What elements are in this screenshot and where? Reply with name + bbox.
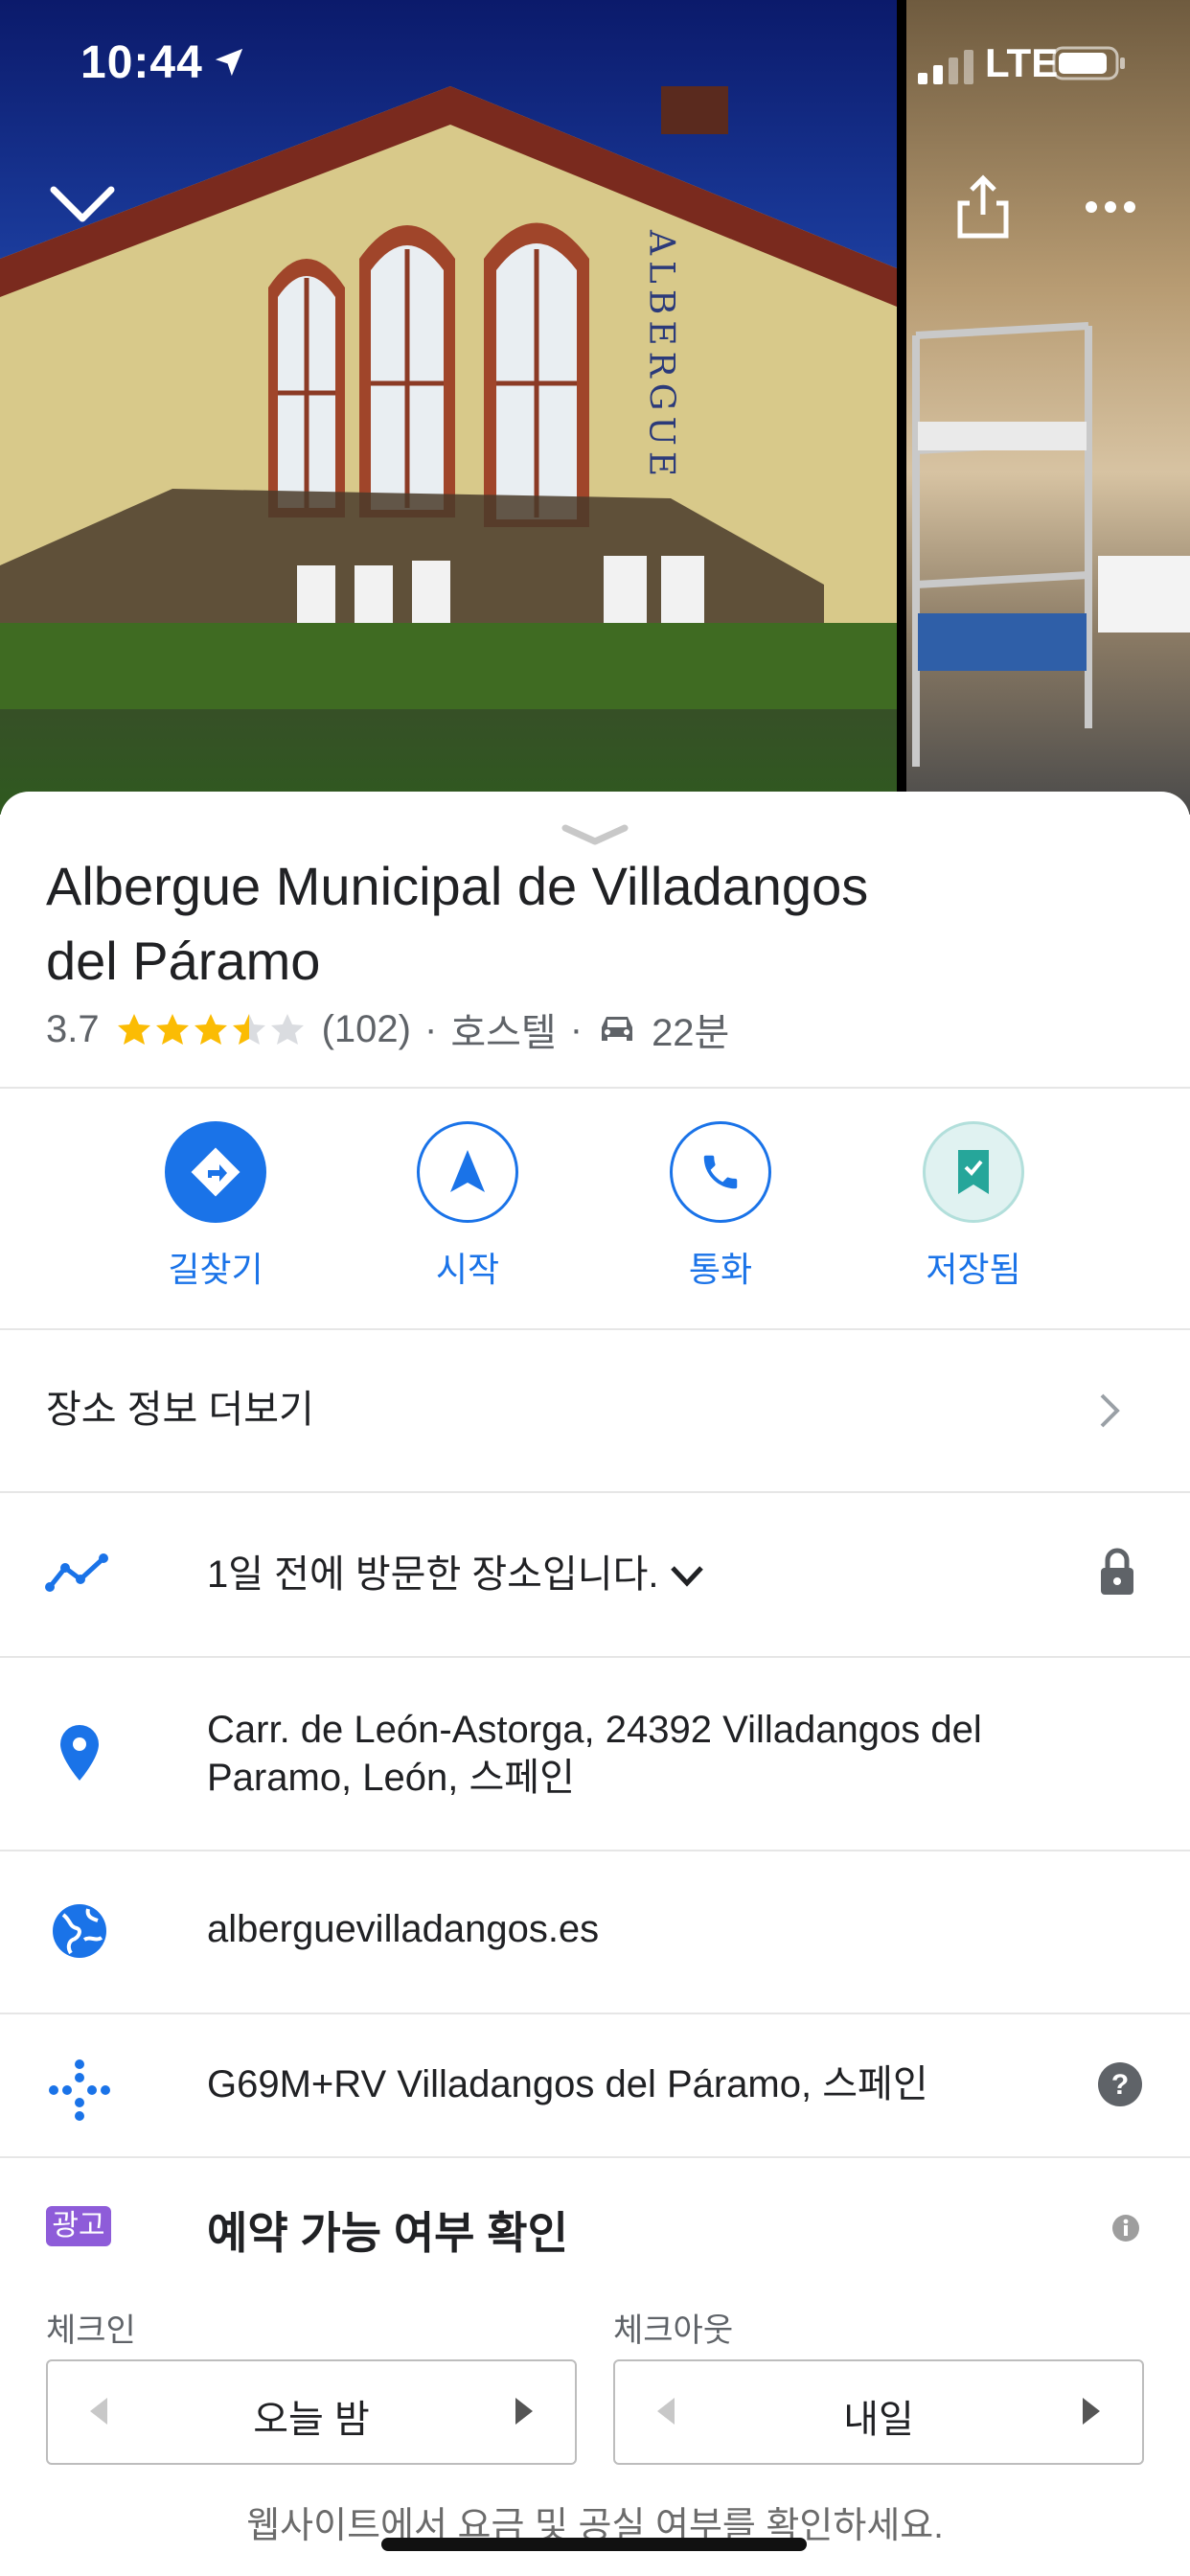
- navigation-icon: [417, 1121, 518, 1223]
- globe-icon: [53, 1904, 106, 1958]
- saved-label: 저장됨: [926, 1250, 1021, 1289]
- visited-row[interactable]: 1일 전에 방문한 장소입니다.: [0, 1493, 1190, 1656]
- action-bar: 길찾기 시작 통화 저장됨: [0, 1087, 1190, 1328]
- directions-button[interactable]: 길찾기: [129, 1121, 302, 1292]
- car-icon: [602, 1017, 633, 1041]
- divider: [0, 2156, 1190, 2158]
- address-line2: Paramo, León, 스페인: [207, 1757, 575, 1799]
- website-row[interactable]: alberguevilladangos.es: [0, 1852, 1190, 2012]
- clock: 10:44: [80, 37, 203, 88]
- saved-bookmark-icon: [923, 1121, 1024, 1223]
- lock-icon: [1101, 1548, 1133, 1595]
- info-icon[interactable]: [1111, 2214, 1140, 2242]
- review-count[interactable]: (102): [322, 1008, 411, 1051]
- availability-title: 예약 가능 여부 확인: [207, 2208, 568, 2258]
- call-button[interactable]: 통화: [634, 1121, 807, 1292]
- rating-stars-icon: [117, 1014, 304, 1045]
- plus-code-icon: [49, 2059, 110, 2121]
- collapse-chevron-icon[interactable]: [48, 180, 117, 228]
- start-label: 시작: [435, 1250, 500, 1289]
- status-bar: 10:44 LTE: [0, 0, 1190, 134]
- checkin-date-picker[interactable]: 오늘 밤: [46, 2359, 577, 2465]
- chevron-down-icon[interactable]: [669, 1564, 705, 1589]
- next-date-icon[interactable]: [1083, 2398, 1100, 2425]
- checkin-label: 체크인: [46, 2312, 136, 2349]
- rating-value: 3.7: [46, 1007, 100, 1050]
- help-icon[interactable]: ?: [1096, 2060, 1144, 2108]
- location-pin-icon: [60, 1725, 99, 1781]
- place-meta: 3.7 (102) · 호스텔 · 22분: [46, 1002, 729, 1056]
- albergue-sign: ALBERGUE: [642, 229, 681, 482]
- plus-code-row[interactable]: G69M+RV Villadangos del Páramo, 스페인 ?: [0, 2014, 1190, 2156]
- next-date-icon[interactable]: [515, 2398, 533, 2425]
- network-type: LTE: [985, 40, 1059, 85]
- website-link[interactable]: alberguevilladangos.es: [207, 1905, 599, 1953]
- photo-gallery[interactable]: ALBERGUE 10:44 LTE: [0, 0, 1190, 815]
- address-row[interactable]: Carr. de León-Astorga, 24392 Villadangos…: [0, 1658, 1190, 1850]
- drive-time: 22분: [652, 1012, 730, 1054]
- sheet-drag-handle[interactable]: [560, 822, 630, 847]
- more-options-icon[interactable]: [1085, 188, 1136, 226]
- address-line1: Carr. de León-Astorga, 24392 Villadangos…: [207, 1709, 982, 1751]
- phone-icon: [670, 1121, 771, 1223]
- place-category: 호스텔: [450, 1012, 557, 1054]
- address-text: Carr. de León-Astorga, 24392 Villadangos…: [207, 1706, 982, 1802]
- svg-text:?: ?: [1111, 2069, 1129, 2101]
- albergue-building-image: ALBERGUE: [0, 86, 897, 709]
- call-label: 통화: [688, 1250, 753, 1289]
- location-arrow-icon: [215, 48, 243, 77]
- cellular-signal-icon: [918, 50, 973, 84]
- plus-code-text: G69M+RV Villadangos del Páramo, 스페인: [207, 2063, 928, 2105]
- star-rating: [117, 1010, 309, 1048]
- visited-text: 1일 전에 방문한 장소입니다.: [207, 1553, 659, 1596]
- directions-icon: [165, 1121, 266, 1223]
- checkout-date-picker[interactable]: 내일: [613, 2359, 1144, 2465]
- place-title: Albergue Municipal de Villadangos del Pá…: [46, 849, 1004, 999]
- start-navigation-button[interactable]: 시작: [381, 1121, 554, 1292]
- battery-icon: [1052, 46, 1125, 80]
- share-icon[interactable]: [954, 172, 1012, 240]
- directions-label: 길찾기: [168, 1250, 263, 1289]
- timeline-icon: [45, 1553, 108, 1592]
- place-title-line2: del Páramo: [46, 931, 321, 991]
- chevron-right-icon: [1100, 1393, 1120, 1428]
- saved-button[interactable]: 저장됨: [887, 1121, 1060, 1292]
- more-info-row[interactable]: 장소 정보 더보기: [0, 1330, 1190, 1491]
- place-title-line1: Albergue Municipal de Villadangos: [46, 856, 869, 916]
- more-info-label: 장소 정보 더보기: [46, 1389, 314, 1431]
- home-indicator[interactable]: [381, 2538, 807, 2551]
- checkout-value: 내일: [843, 2399, 914, 2441]
- checkout-label: 체크아웃: [613, 2312, 734, 2349]
- ad-badge: 광고: [46, 2206, 111, 2246]
- checkin-value: 오늘 밤: [253, 2399, 370, 2441]
